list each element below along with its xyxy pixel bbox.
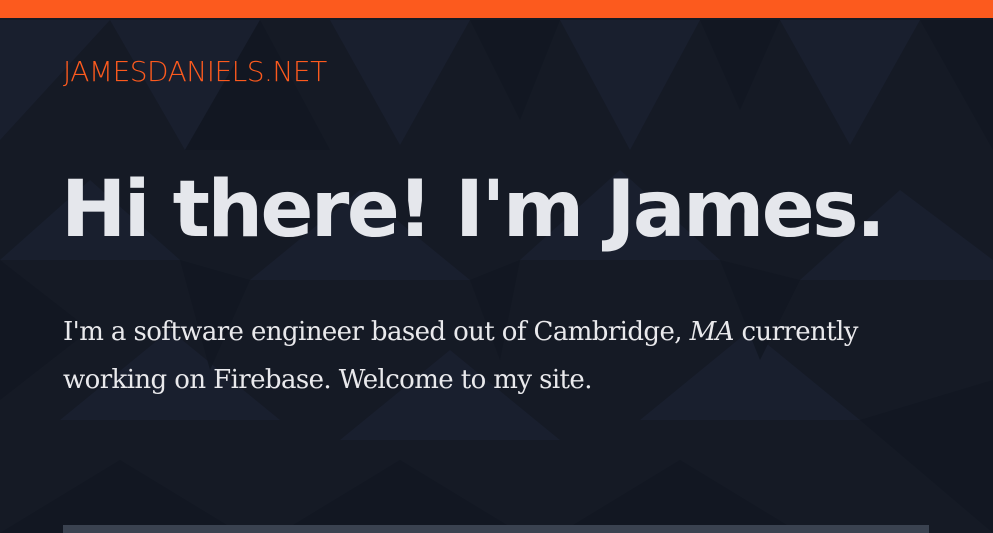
intro-location-emphasis: MA	[689, 317, 735, 347]
content-panel	[63, 525, 929, 533]
intro-text-start: I'm a software engineer based out of Cam…	[63, 317, 690, 347]
hero-title: Hi there! I'm James.	[61, 165, 886, 255]
intro-paragraph: I'm a software engineer based out of Cam…	[63, 308, 943, 404]
site-logo-link[interactable]: JAMESDANIELS.NET	[63, 55, 327, 89]
top-accent-bar	[0, 0, 993, 18]
